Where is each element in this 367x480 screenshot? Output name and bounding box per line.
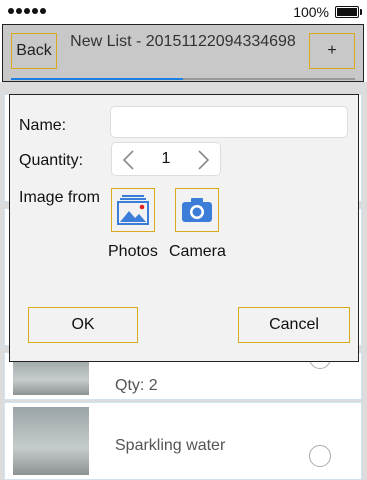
photos-label: Photos [108, 243, 158, 260]
item-thumbnail [13, 357, 89, 395]
camera-icon [182, 198, 212, 222]
progress-bar-fill [11, 78, 183, 80]
back-button[interactable]: Back [11, 33, 57, 69]
item-name: Sparkling water [115, 437, 226, 454]
chevron-right-icon[interactable] [192, 148, 214, 172]
cancel-button[interactable]: Cancel [238, 307, 350, 343]
photos-button[interactable] [111, 188, 155, 232]
list-item[interactable]: Sparkling water [4, 402, 362, 480]
image-from-label: Image from [19, 189, 100, 206]
chevron-left-icon[interactable] [118, 148, 140, 172]
battery-percent: 100% [293, 4, 329, 20]
page-title: New List - 20151122094334698 [70, 33, 296, 50]
battery-icon [335, 6, 362, 18]
item-thumbnail [13, 407, 89, 475]
quantity-stepper: 1 [111, 142, 221, 176]
add-button[interactable]: + [309, 33, 355, 69]
progress-bar [11, 78, 355, 80]
quantity-value: 1 [161, 150, 171, 167]
camera-label: Camera [169, 243, 226, 260]
ok-button[interactable]: OK [28, 307, 138, 343]
signal-strength-icon [8, 8, 46, 14]
add-item-dialog: Name: Quantity: 1 Image from Photos Came… [9, 94, 359, 362]
item-quantity: Qty: 2 [115, 377, 158, 394]
name-label: Name: [19, 117, 67, 134]
item-checkbox[interactable] [309, 445, 331, 467]
quantity-label: Quantity: [19, 152, 84, 169]
photos-icon [117, 195, 149, 225]
camera-button[interactable] [175, 188, 219, 232]
navigation-bar: Back New List - 20151122094334698 + [2, 24, 364, 82]
name-input[interactable] [110, 106, 348, 138]
status-bar: 100% [0, 0, 367, 22]
